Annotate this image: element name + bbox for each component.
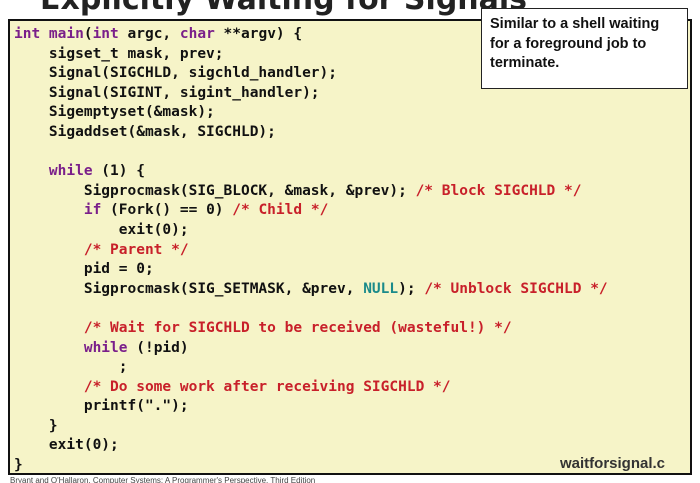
code-line-3: Signal(SIGCHLD, sigchld_handler); [14, 65, 338, 82]
code-line-17: while (!pid) [14, 340, 189, 356]
code-token: **argv) { [214, 26, 303, 42]
code-token: Sigprocmask(SIG_SETMASK, &prev, [14, 280, 364, 297]
code-comment: /* Do some work after receiving SIGCHLD … [14, 378, 451, 395]
callout-line-2: for a foreground job to [490, 35, 647, 52]
code-line-13: pid = 0; [14, 261, 154, 278]
code-line-14: Sigprocmask(SIG_SETMASK, &prev, NULL); /… [14, 281, 608, 297]
code-line-9: Sigprocmask(SIG_BLOCK, &mask, &prev); /*… [14, 182, 582, 199]
code-comment: /* Wait for SIGCHLD to be received (wast… [14, 319, 512, 336]
code-token: (1) { [92, 163, 145, 180]
code-line-8: while (1) { [14, 163, 145, 179]
code-line-6: Sigaddset(&mask, SIGCHLD); [14, 123, 276, 140]
callout-line-1: Similar to a shell waiting [490, 16, 660, 32]
function-name-main: main [48, 26, 84, 42]
footer-citation: Bryant and O'Hallaron, Computer Systems:… [10, 476, 316, 483]
code-token: ); [398, 280, 425, 297]
code-token: ( [83, 26, 93, 42]
filename-label: waitforsignal.c [560, 455, 666, 472]
code-line-21: } [14, 417, 58, 434]
keyword-while: while [14, 163, 93, 180]
code-token: argc, [118, 26, 180, 42]
callout-line-3: terminate. [490, 55, 560, 71]
keyword-char: char [179, 26, 215, 42]
code-line-4: Signal(SIGINT, sigint_handler); [14, 84, 320, 101]
constant-null: NULL [363, 280, 399, 297]
code-comment: /* Child */ [232, 202, 329, 219]
code-token: Sigprocmask(SIG_BLOCK, &mask, &prev); [14, 182, 416, 199]
code-listing: int main(int argc, char **argv) { sigset… [14, 25, 608, 476]
code-comment: /* Unblock SIGCHLD */ [424, 280, 608, 297]
keyword-int-param: int [92, 26, 119, 42]
code-line-1: int main(int argc, char **argv) { [14, 26, 302, 42]
slide-title-text: Explicitly Waiting for Signals [40, 0, 527, 17]
callout-box: Similar to a shell waiting for a foregro… [481, 8, 688, 89]
code-line-22: exit(0); [14, 437, 119, 454]
code-line-2: sigset_t mask, prev; [14, 45, 224, 62]
keyword-while: while [14, 339, 128, 356]
code-comment: /* Block SIGCHLD */ [415, 182, 582, 199]
code-line-5: Sigemptyset(&mask); [14, 104, 215, 121]
keyword-int: int [14, 26, 49, 42]
code-line-18: ; [14, 359, 128, 376]
keyword-if: if [14, 202, 102, 219]
code-line-20: printf("."); [14, 398, 189, 415]
code-line-16: /* Wait for SIGCHLD to be received (wast… [14, 320, 512, 336]
code-token: (!pid) [127, 339, 189, 356]
code-line-11: exit(0); [14, 221, 189, 238]
code-line-19: /* Do some work after receiving SIGCHLD … [14, 379, 451, 395]
code-line-23: } [14, 457, 23, 474]
code-comment: /* Parent */ [14, 241, 189, 258]
code-line-10: if (Fork() == 0) /* Child */ [14, 202, 328, 218]
code-token: (Fork() == 0) [101, 202, 233, 219]
code-line-12: /* Parent */ [14, 242, 189, 258]
